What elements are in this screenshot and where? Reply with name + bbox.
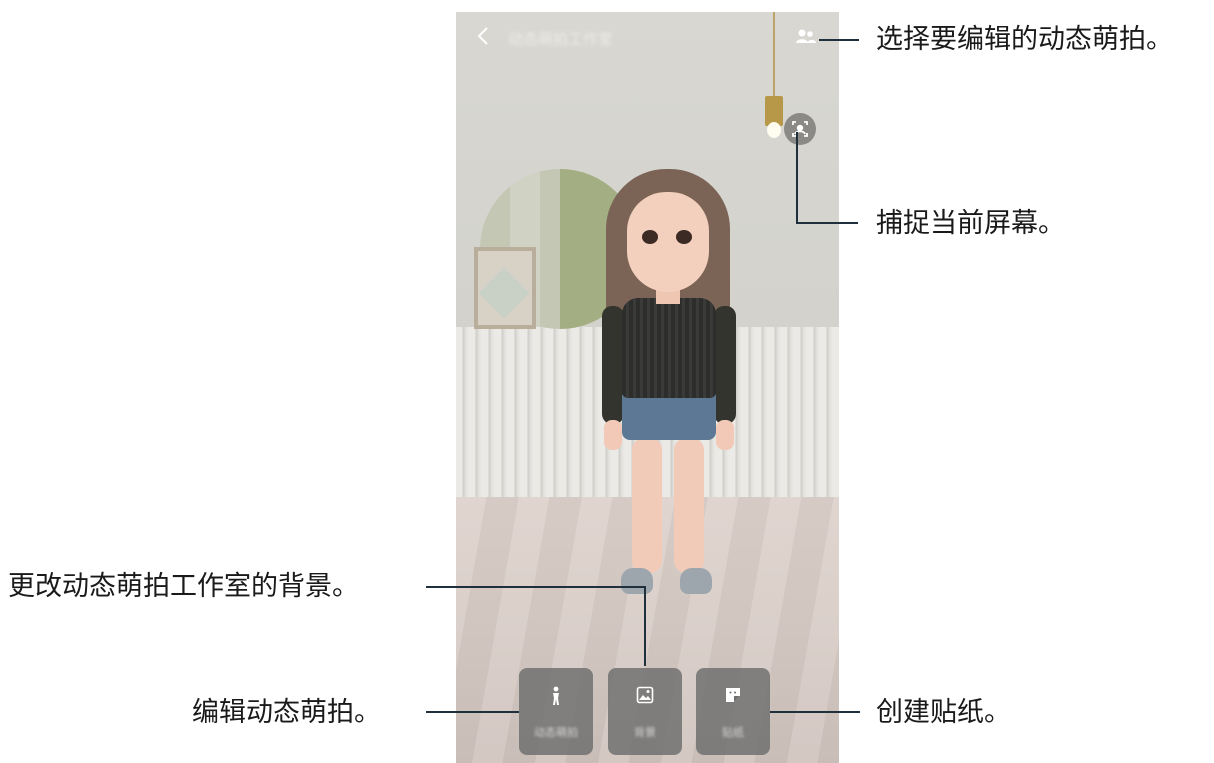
tile-label-background: 背景 xyxy=(634,726,656,739)
avatar-face xyxy=(627,192,709,292)
avatar-left-leg xyxy=(632,438,662,573)
people-icon[interactable] xyxy=(795,28,817,46)
avatar-shorts xyxy=(622,392,716,440)
page-title: 动态萌拍工作室 xyxy=(508,30,614,48)
avatar-sweater xyxy=(622,298,716,398)
image-icon xyxy=(636,686,654,704)
sticker-button[interactable]: 贴纸 xyxy=(696,668,770,755)
tile-label-sticker: 贴纸 xyxy=(722,726,744,739)
callout-line-sticker xyxy=(770,711,860,713)
top-bar: 动态萌拍工作室 xyxy=(456,12,839,60)
person-icon xyxy=(553,686,559,705)
capture-icon[interactable] xyxy=(784,113,816,145)
avatar-right-leg xyxy=(674,438,704,573)
avatar-left-eye xyxy=(642,230,658,244)
edit-emoji-button[interactable]: 动态萌拍 xyxy=(519,668,593,755)
avatar-right-hand xyxy=(716,420,734,450)
avatar-left-arm xyxy=(602,306,624,424)
ar-emoji-studio-screen: 动态萌拍工作室 动态萌拍 背景 贴纸 xyxy=(456,12,839,763)
picture-frame xyxy=(474,247,536,329)
callout-create-sticker: 创建贴纸。 xyxy=(876,697,1011,728)
callout-capture-screen: 捕捉当前屏幕。 xyxy=(876,208,1065,239)
callout-edit-emoji: 编辑动态萌拍。 xyxy=(192,697,381,728)
callout-line-background-h xyxy=(426,586,646,588)
avatar-right-arm xyxy=(714,306,736,424)
chevron-left-icon[interactable] xyxy=(476,26,496,48)
avatar-right-shoe xyxy=(680,568,712,594)
lamp-bulb xyxy=(767,122,781,138)
background-button[interactable]: 背景 xyxy=(608,668,682,755)
callout-line-edit xyxy=(426,711,519,713)
sticker-icon xyxy=(726,688,740,702)
callout-change-background: 更改动态萌拍工作室的背景。 xyxy=(8,571,359,602)
callout-select-emoji: 选择要编辑的动态萌拍。 xyxy=(876,24,1173,55)
avatar-left-shoe xyxy=(621,568,653,594)
avatar-left-hand xyxy=(604,420,622,450)
avatar-right-eye xyxy=(676,230,692,244)
tile-label-emoji: 动态萌拍 xyxy=(534,726,578,739)
callout-line-capture-v xyxy=(796,132,798,224)
callout-line-background-v xyxy=(644,586,646,666)
callout-line-capture-h xyxy=(796,222,858,224)
callout-line-select xyxy=(819,39,859,41)
